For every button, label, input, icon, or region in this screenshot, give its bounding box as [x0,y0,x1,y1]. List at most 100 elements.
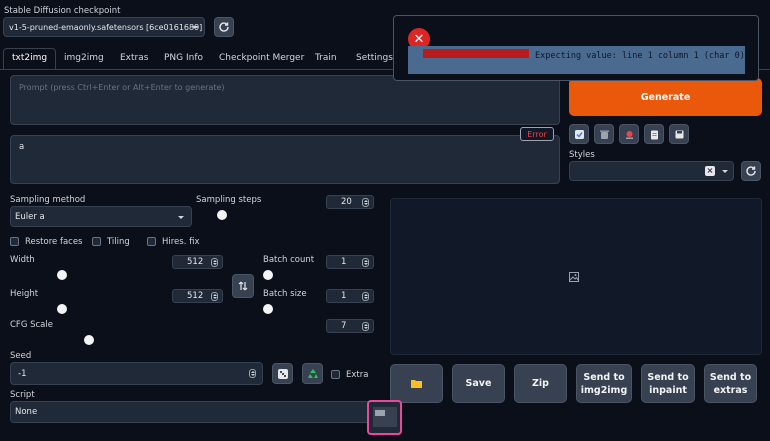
refresh-icon [746,166,756,176]
sampling-method-label: Sampling method [10,195,86,205]
checkpoint-select[interactable]: v1-5-pruned-emaonly.safetensors [6ce0161… [3,17,205,37]
tab-extras[interactable]: Extras [120,53,148,63]
extra-seed-checkbox[interactable] [331,370,340,379]
thumbnail-detail [375,410,385,416]
clear-icon[interactable]: × [705,166,715,176]
clear-prompt-button[interactable] [594,124,614,144]
generate-button[interactable]: Generate [569,78,762,116]
random-seed-button[interactable] [272,363,293,384]
send-to-inpaint-button[interactable]: Send to inpaint [641,364,695,403]
send-to-img2img-button[interactable]: Send to img2img [576,364,632,403]
styles-label: Styles [569,150,595,160]
dice-icon [277,368,288,379]
sampling-steps-input[interactable]: 20 [326,195,374,209]
red-dot-icon [625,130,633,139]
prompt-placeholder: Prompt (press Ctrl+Enter or Alt+Enter to… [19,83,225,92]
sampling-steps-label: Sampling steps [196,195,262,205]
tab-checkpoint-merger[interactable]: Checkpoint Merger [219,53,304,63]
batch-count-slider[interactable] [263,270,273,280]
script-select[interactable]: None [10,401,375,423]
chevron-down-icon [178,216,184,219]
apply-style-button[interactable] [644,124,664,144]
zip-button[interactable]: Zip [514,364,567,403]
batch-size-value: 1 [341,291,347,301]
height-value: 512 [187,291,204,301]
checkpoint-label: Stable Diffusion checkpoint [4,6,121,16]
prompt-input[interactable]: Prompt (press Ctrl+Enter or Alt+Enter to… [10,75,560,125]
width-label: Width [10,255,35,265]
cfg-scale-label: CFG Scale [10,320,53,330]
stepper-icon [249,369,256,378]
styles-select[interactable]: × [569,161,734,181]
error-badge: Error [520,127,554,141]
swap-dimensions-button[interactable] [232,274,254,298]
refresh-styles-button[interactable] [741,161,761,181]
width-input[interactable]: 512 [172,255,223,269]
batch-count-label: Batch count [263,255,315,265]
output-gallery [390,198,762,355]
restore-faces-checkbox[interactable] [10,237,19,246]
height-input[interactable]: 512 [172,289,223,303]
width-value: 512 [187,257,204,267]
tab-settings[interactable]: Settings [356,53,393,63]
batch-count-value: 1 [341,257,347,267]
tiling-checkbox[interactable] [92,237,101,246]
tiling-label: Tiling [107,237,130,247]
chevron-down-icon [722,170,728,173]
seed-input[interactable]: -1 [10,362,263,385]
floppy-icon [675,130,683,138]
stepper-icon [362,258,369,267]
send-to-extras-button[interactable]: Send to extras [704,364,757,403]
batch-size-slider[interactable] [263,304,273,314]
paste-params-button[interactable] [569,124,589,144]
height-slider[interactable] [57,304,67,314]
checkpoint-value: v1-5-pruned-emaonly.safetensors [6ce0161… [9,22,203,32]
width-slider[interactable] [57,270,67,280]
stepper-icon [362,292,369,301]
reuse-seed-button[interactable] [302,363,323,384]
trash-icon [599,130,609,139]
script-label: Script [10,390,35,400]
refresh-icon [219,22,229,32]
hires-fix-label: Hires. fix [162,237,200,247]
extra-networks-button[interactable] [619,124,639,144]
seed-label: Seed [10,351,32,361]
tab-img2img[interactable]: img2img [64,53,104,63]
swap-arrows-icon [238,281,248,291]
paste-icon [574,129,584,139]
height-label: Height [10,289,39,299]
tab-train[interactable]: Train [315,53,337,63]
clipboard-icon [650,130,658,139]
save-button[interactable]: Save [452,364,505,403]
stepper-icon [362,322,369,331]
batch-size-label: Batch size [263,289,307,299]
chevron-down-icon [192,26,198,29]
preview-thumbnail[interactable] [367,400,402,435]
cfg-scale-input[interactable]: 7 [326,319,374,333]
recycle-icon [307,368,318,378]
sampling-steps-value: 20 [341,197,352,207]
error-toast: ✕ Expecting value: line 1 column 1 (char… [393,15,759,81]
batch-size-input[interactable]: 1 [326,289,374,303]
negative-prompt-input[interactable]: a [10,135,560,184]
stepper-icon [211,292,218,301]
refresh-checkpoint-button[interactable] [214,17,234,37]
image-placeholder-icon [569,272,579,282]
stepper-icon [362,198,369,207]
tab-txt2img[interactable]: txt2img [3,48,57,70]
folder-icon [411,380,422,388]
open-folder-button[interactable] [390,364,443,403]
sampling-method-select[interactable]: Euler a [10,206,192,227]
tab-png-info[interactable]: PNG Info [164,53,203,63]
batch-count-input[interactable]: 1 [326,255,374,269]
stepper-icon [211,258,218,267]
script-value: None [15,407,38,417]
sampling-steps-slider[interactable] [217,210,227,220]
hires-fix-checkbox[interactable] [147,237,156,246]
restore-faces-label: Restore faces [25,237,83,247]
cfg-scale-value: 7 [341,321,347,331]
negative-prompt-value: a [19,142,25,152]
sampling-method-value: Euler a [15,211,45,222]
cfg-scale-slider[interactable] [84,335,94,345]
save-style-button[interactable] [669,124,689,144]
